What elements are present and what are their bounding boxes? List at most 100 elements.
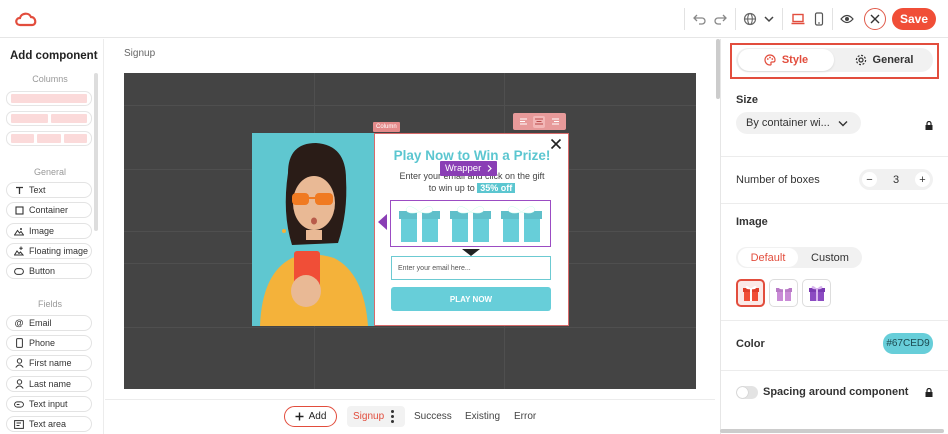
- step-tab-error[interactable]: Error: [514, 411, 536, 422]
- move-down-handle-icon[interactable]: [462, 249, 480, 256]
- play-now-button[interactable]: PLAY NOW: [391, 287, 551, 311]
- left-panel-scrollbar[interactable]: [94, 73, 98, 231]
- mobile-view-icon[interactable]: [812, 9, 826, 29]
- add-component-panel: Add component Columns General Text Conta…: [0, 39, 104, 434]
- chevron-right-icon: [487, 165, 493, 172]
- toolbar-separator: [735, 8, 736, 30]
- save-button[interactable]: Save: [892, 8, 936, 30]
- align-center-icon[interactable]: [533, 115, 546, 128]
- panel-title: Add component: [10, 50, 98, 62]
- decrement-button[interactable]: −: [862, 172, 877, 187]
- field-first-name[interactable]: First name: [6, 355, 92, 371]
- divider: [721, 370, 948, 371]
- general-section-label: General: [33, 167, 67, 177]
- at-icon: @: [14, 318, 24, 328]
- phone-icon: [14, 338, 24, 348]
- divider: [721, 320, 948, 321]
- three-column-layout[interactable]: [6, 131, 92, 146]
- breadcrumb: Signup: [124, 48, 156, 59]
- align-left-icon[interactable]: [518, 116, 530, 128]
- popup-hero-image[interactable]: [252, 133, 374, 326]
- step-options-icon[interactable]: [390, 410, 394, 423]
- gift-style-red-option[interactable]: [736, 279, 765, 307]
- text-icon: [14, 185, 24, 195]
- wrapper-tag[interactable]: Wrapper: [440, 161, 498, 176]
- chevron-down-icon: [838, 120, 848, 126]
- toolbar-separator: [832, 8, 833, 30]
- grid-line: [124, 327, 696, 328]
- desktop-view-icon[interactable]: [790, 9, 806, 29]
- image-custom-option[interactable]: Custom: [800, 248, 860, 267]
- alignment-toolbar: [513, 113, 566, 130]
- close-icon: [870, 14, 880, 24]
- close-editor-button[interactable]: [864, 8, 886, 30]
- redo-icon[interactable]: [712, 9, 728, 29]
- globe-icon[interactable]: [742, 9, 758, 29]
- purple-gift-icon: [808, 286, 825, 301]
- size-label: Size: [736, 94, 759, 106]
- user-icon: [14, 379, 24, 389]
- gift-style-pink-option[interactable]: [769, 279, 798, 307]
- move-left-handle-icon[interactable]: [378, 214, 387, 230]
- right-panel-scrollbar[interactable]: [720, 429, 944, 433]
- component-image[interactable]: Image: [6, 223, 92, 239]
- top-toolbar: Save: [0, 0, 948, 38]
- field-phone[interactable]: Phone: [6, 335, 92, 351]
- one-column-layout[interactable]: [6, 91, 92, 106]
- field-text-input[interactable]: Text input: [6, 396, 92, 412]
- gift-box-icon[interactable]: [398, 204, 441, 244]
- component-floating-image[interactable]: Floating image: [6, 243, 92, 259]
- gift-box-icon[interactable]: [449, 204, 492, 244]
- text-input-icon: [14, 399, 24, 409]
- field-text-area[interactable]: Text area: [6, 416, 92, 432]
- field-email[interactable]: @ Email: [6, 315, 92, 331]
- image-icon: [14, 226, 24, 236]
- step-tab-existing[interactable]: Existing: [465, 411, 500, 422]
- step-tab-signup[interactable]: Signup: [347, 406, 405, 427]
- floating-image-icon: [14, 246, 24, 256]
- increment-button[interactable]: +: [915, 172, 930, 187]
- divider: [721, 203, 948, 204]
- columns-section-label: Columns: [32, 74, 68, 84]
- step-bar: [105, 399, 715, 434]
- gift-style-purple-option[interactable]: [802, 279, 831, 307]
- boxes-label: Number of boxes: [736, 174, 820, 186]
- column-tag[interactable]: Column: [373, 122, 400, 132]
- pink-gift-icon: [775, 286, 792, 301]
- undo-icon[interactable]: [692, 9, 708, 29]
- component-container[interactable]: Container: [6, 202, 92, 218]
- boxes-value[interactable]: 3: [893, 174, 899, 186]
- toolbar-separator: [684, 8, 685, 30]
- image-default-option[interactable]: Default: [738, 248, 798, 267]
- lock-icon[interactable]: [925, 388, 933, 397]
- button-icon: [14, 266, 24, 276]
- align-right-icon[interactable]: [549, 116, 561, 128]
- divider: [721, 156, 948, 157]
- field-last-name[interactable]: Last name: [6, 376, 92, 392]
- chevron-down-icon[interactable]: [762, 9, 776, 29]
- component-text[interactable]: Text: [6, 182, 92, 198]
- container-icon: [14, 205, 24, 215]
- grid-line: [124, 105, 696, 106]
- gift-box-icon[interactable]: [500, 204, 543, 244]
- add-step-button[interactable]: Add: [284, 406, 337, 427]
- color-label: Color: [736, 338, 765, 350]
- tab-style[interactable]: Style: [738, 49, 834, 71]
- tab-general[interactable]: General: [836, 49, 932, 71]
- app-logo-icon[interactable]: [14, 9, 38, 29]
- popup-email-input[interactable]: Enter your email here...: [391, 256, 551, 280]
- component-button[interactable]: Button: [6, 263, 92, 279]
- user-icon: [14, 358, 24, 368]
- preview-eye-icon[interactable]: [839, 9, 855, 29]
- red-gift-icon: [742, 286, 759, 301]
- gift-boxes-wrapper[interactable]: [390, 200, 551, 247]
- toolbar-separator: [782, 8, 783, 30]
- size-select[interactable]: By container wi...: [736, 112, 861, 134]
- discount-badge: 35% off: [477, 183, 516, 193]
- color-picker[interactable]: #67CED9: [883, 333, 933, 354]
- spacing-toggle[interactable]: [736, 386, 758, 399]
- gear-icon: [855, 54, 866, 66]
- lock-icon[interactable]: [925, 121, 933, 130]
- two-column-layout[interactable]: [6, 111, 92, 126]
- step-tab-success[interactable]: Success: [414, 411, 452, 422]
